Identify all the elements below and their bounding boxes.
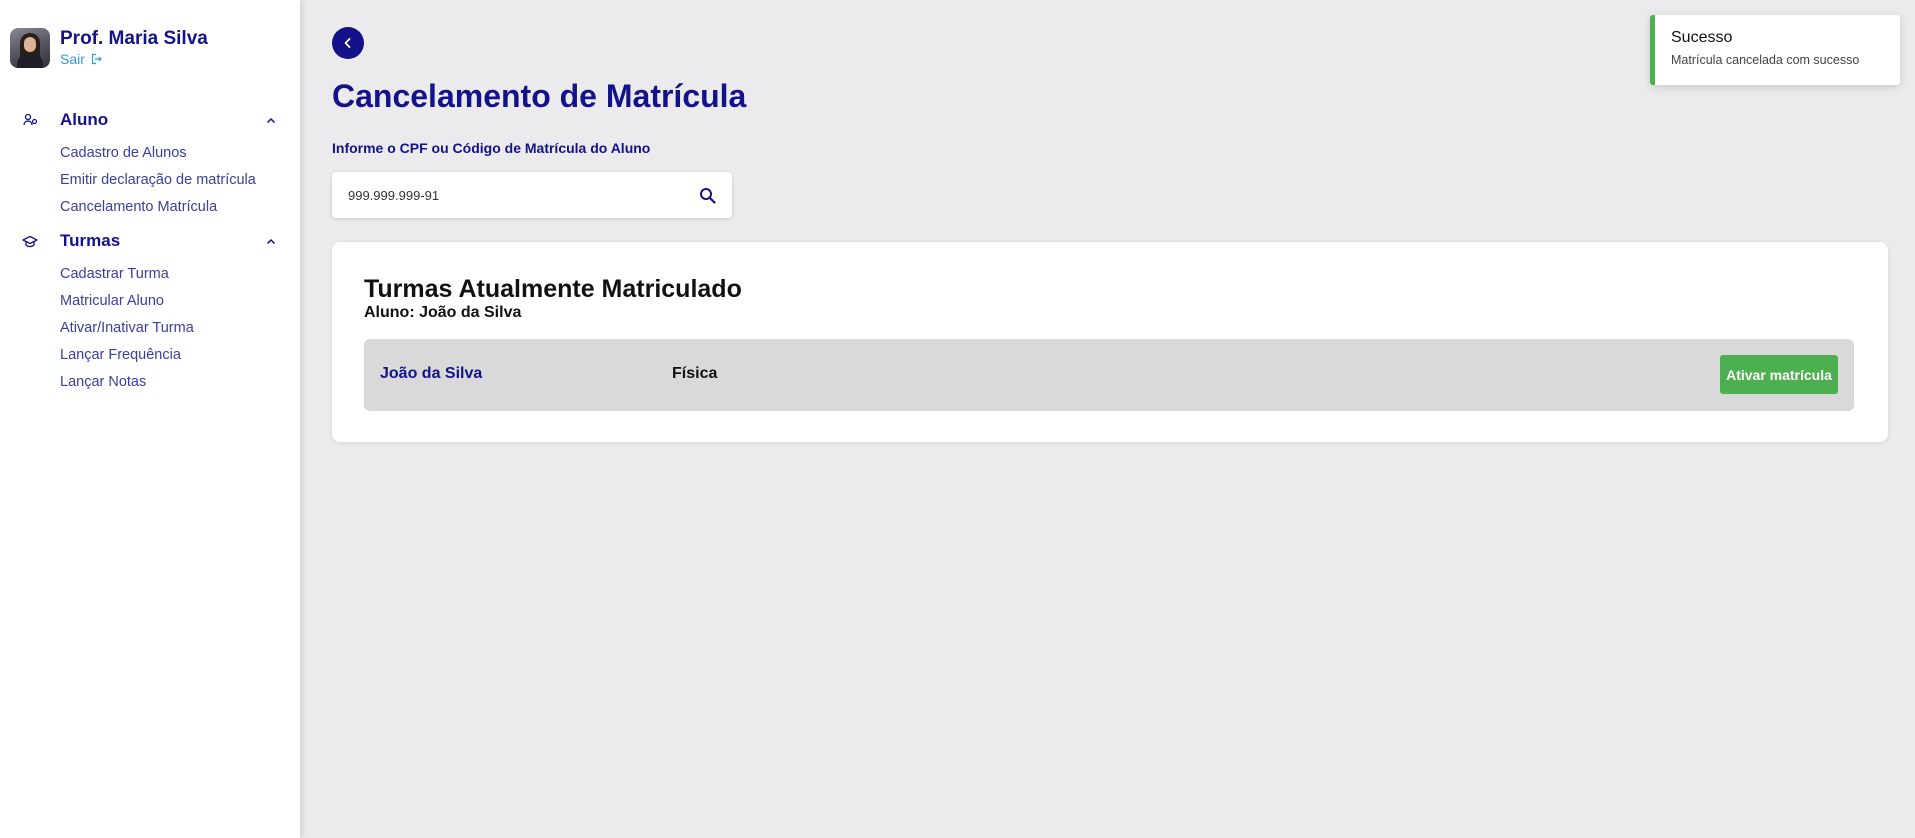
sidebar-header-turmas[interactable]: Turmas	[0, 227, 300, 255]
back-button[interactable]	[332, 27, 364, 59]
toast-title: Sucesso	[1671, 29, 1733, 46]
users-icon	[22, 112, 38, 128]
sidebar: Prof. Maria Silva Sair Aluno Cadastro de…	[0, 0, 300, 838]
logout-link[interactable]: Sair	[60, 51, 208, 67]
sidebar-item-cadastro-alunos[interactable]: Cadastro de Alunos	[0, 140, 300, 167]
student-subtitle: Aluno: João da Silva	[364, 304, 522, 321]
sidebar-section-aluno: Aluno Cadastro de Alunos Emitir declaraç…	[0, 106, 300, 221]
avatar	[10, 28, 50, 68]
sidebar-item-ativar-inativar-turma[interactable]: Ativar/Inativar Turma	[0, 315, 300, 342]
search-input[interactable]	[348, 187, 696, 203]
logout-icon	[91, 53, 102, 65]
page-title: Cancelamento de Matrícula	[332, 78, 747, 114]
search-label: Informe o CPF ou Código de Matrícula do …	[332, 140, 651, 156]
user-profile: Prof. Maria Silva Sair	[10, 28, 208, 68]
search-box	[332, 172, 732, 218]
toast-message: Matrícula cancelada com sucesso	[1671, 53, 1860, 67]
sidebar-item-emitir-declaracao[interactable]: Emitir declaração de matrícula	[0, 167, 300, 194]
chevron-up-icon	[266, 238, 276, 244]
sidebar-header-label: Turmas	[60, 231, 121, 250]
search-icon	[699, 187, 716, 204]
main-content: Cancelamento de Matrícula Informe o CPF …	[300, 0, 1915, 838]
success-toast: Sucesso Matrícula cancelada com sucesso	[1650, 15, 1900, 85]
sidebar-header-aluno[interactable]: Aluno	[0, 106, 300, 134]
activate-enrollment-button[interactable]: Ativar matrícula	[1720, 355, 1838, 394]
card-title: Turmas Atualmente Matriculado	[364, 275, 742, 303]
user-name: Prof. Maria Silva	[60, 28, 208, 49]
row-student-name: João da Silva	[380, 365, 483, 382]
chevron-left-icon	[344, 38, 351, 48]
sidebar-item-lancar-frequencia[interactable]: Lançar Frequência	[0, 342, 300, 369]
sidebar-item-lancar-notas[interactable]: Lançar Notas	[0, 369, 300, 396]
sidebar-item-cadastrar-turma[interactable]: Cadastrar Turma	[0, 261, 300, 288]
sidebar-section-turmas: Turmas Cadastrar Turma Matricular Aluno …	[0, 227, 300, 396]
row-class-name: Física	[672, 365, 718, 382]
enrolled-classes-card: Turmas Atualmente Matriculado Aluno: Joã…	[332, 242, 1888, 442]
sidebar-header-label: Aluno	[60, 110, 109, 129]
logout-label: Sair	[60, 51, 85, 67]
graduation-cap-icon	[22, 233, 38, 249]
sidebar-item-cancelamento-matricula[interactable]: Cancelamento Matrícula	[0, 194, 300, 221]
table-row: João da Silva Física Ativar matrícula	[364, 339, 1854, 411]
search-button[interactable]	[696, 184, 718, 206]
chevron-up-icon	[266, 117, 276, 123]
sidebar-item-matricular-aluno[interactable]: Matricular Aluno	[0, 288, 300, 315]
